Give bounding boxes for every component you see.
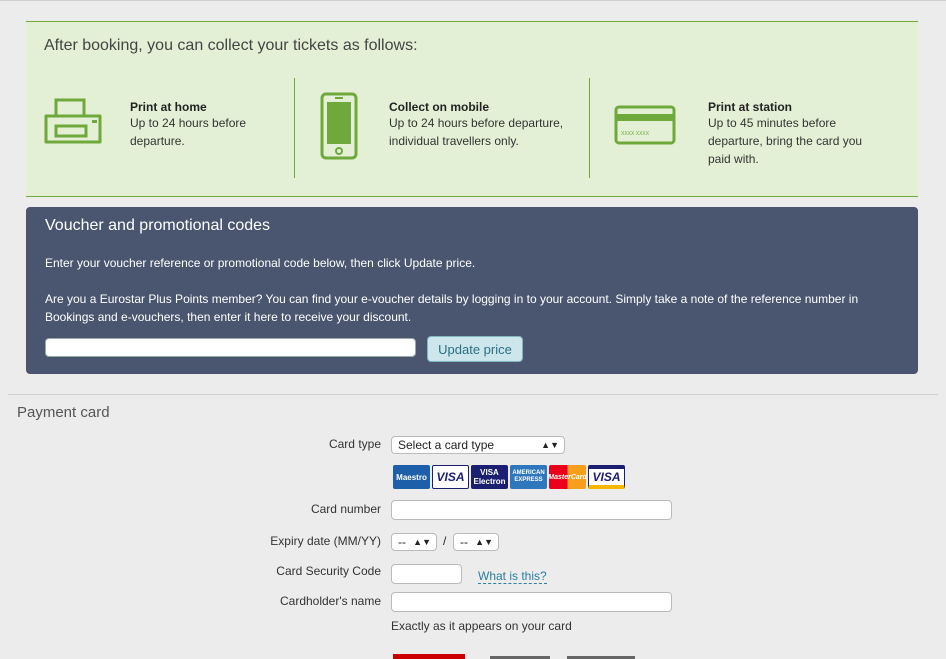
- expiry-month-value: --: [398, 535, 406, 549]
- visa-electron-logo: VISA Electron: [471, 465, 508, 489]
- select-arrows-icon: ▲▼: [413, 537, 431, 547]
- card-type-select[interactable]: Select a card type ▲▼: [391, 436, 565, 454]
- voucher-instruction: Enter your voucher reference or promotio…: [45, 256, 476, 270]
- option-title: Print at station: [708, 100, 793, 114]
- mastercard-securecode-logo: [393, 654, 465, 659]
- cardholder-name-label: Cardholder's name: [279, 594, 381, 608]
- csc-help-link[interactable]: What is this?: [478, 569, 547, 584]
- card-number-label: Card number: [310, 502, 381, 516]
- plus-points-info: Are you a Eurostar Plus Points member? Y…: [45, 292, 859, 324]
- option-print-at-home: Print at home Up to 24 hours before depa…: [130, 100, 260, 150]
- cardholder-name-input[interactable]: [391, 592, 672, 612]
- column-divider: [294, 78, 295, 178]
- expiry-year-select[interactable]: -- ▲▼: [453, 533, 499, 551]
- update-price-button[interactable]: Update price: [427, 336, 523, 362]
- collection-heading: After booking, you can collect your tick…: [44, 37, 418, 54]
- option-title: Collect on mobile: [389, 100, 490, 114]
- ticket-collection-panel: After booking, you can collect your tick…: [26, 21, 918, 197]
- column-divider: [589, 78, 590, 178]
- expiry-separator: /: [443, 534, 447, 548]
- option-description: Up to 45 minutes before departure, bring…: [708, 116, 863, 166]
- maestro-logo: Maestro: [393, 465, 430, 489]
- mastercard-logo: MasterCard: [548, 465, 587, 489]
- cardholder-name-hint: Exactly as it appears on your card: [391, 619, 572, 633]
- option-print-at-station: Print at station Up to 45 minutes before…: [708, 100, 868, 168]
- section-divider: [8, 394, 938, 395]
- amex-logo: AMERICAN EXPRESS: [510, 465, 547, 489]
- visa-logo: VISA: [432, 465, 469, 489]
- card-number-input[interactable]: [391, 500, 672, 520]
- select-arrows-icon: ▲▼: [541, 440, 559, 450]
- expiry-month-select[interactable]: -- ▲▼: [391, 533, 437, 551]
- option-description: Up to 24 hours before departure, individ…: [389, 116, 564, 148]
- voucher-panel: Voucher and promotional codes Enter your…: [26, 207, 918, 374]
- top-divider: [0, 0, 946, 1]
- voucher-heading: Voucher and promotional codes: [45, 217, 271, 234]
- expiry-year-value: --: [460, 535, 468, 549]
- visa-logo: VISA: [588, 465, 625, 489]
- option-title: Print at home: [130, 100, 207, 114]
- card-type-value: Select a card type: [398, 438, 495, 452]
- accepted-cards: Maestro VISA VISA Electron AMERICAN EXPR…: [393, 465, 625, 489]
- card-icon-number: XXXX XXXX: [621, 131, 650, 137]
- printer-icon: [44, 98, 102, 144]
- mobile-phone-icon: [320, 92, 358, 160]
- csc-label: Card Security Code: [276, 564, 381, 578]
- csc-input[interactable]: [391, 564, 462, 584]
- expiry-date-label: Expiry date (MM/YY): [270, 534, 381, 548]
- payment-heading: Payment card: [17, 404, 110, 421]
- select-arrows-icon: ▲▼: [475, 537, 493, 547]
- credit-card-icon: XXXX XXXX: [614, 105, 676, 145]
- card-type-label: Card type: [328, 437, 381, 451]
- option-collect-on-mobile: Collect on mobile Up to 24 hours before …: [389, 100, 574, 150]
- voucher-code-input[interactable]: [45, 338, 416, 357]
- option-description: Up to 24 hours before departure.: [130, 116, 247, 148]
